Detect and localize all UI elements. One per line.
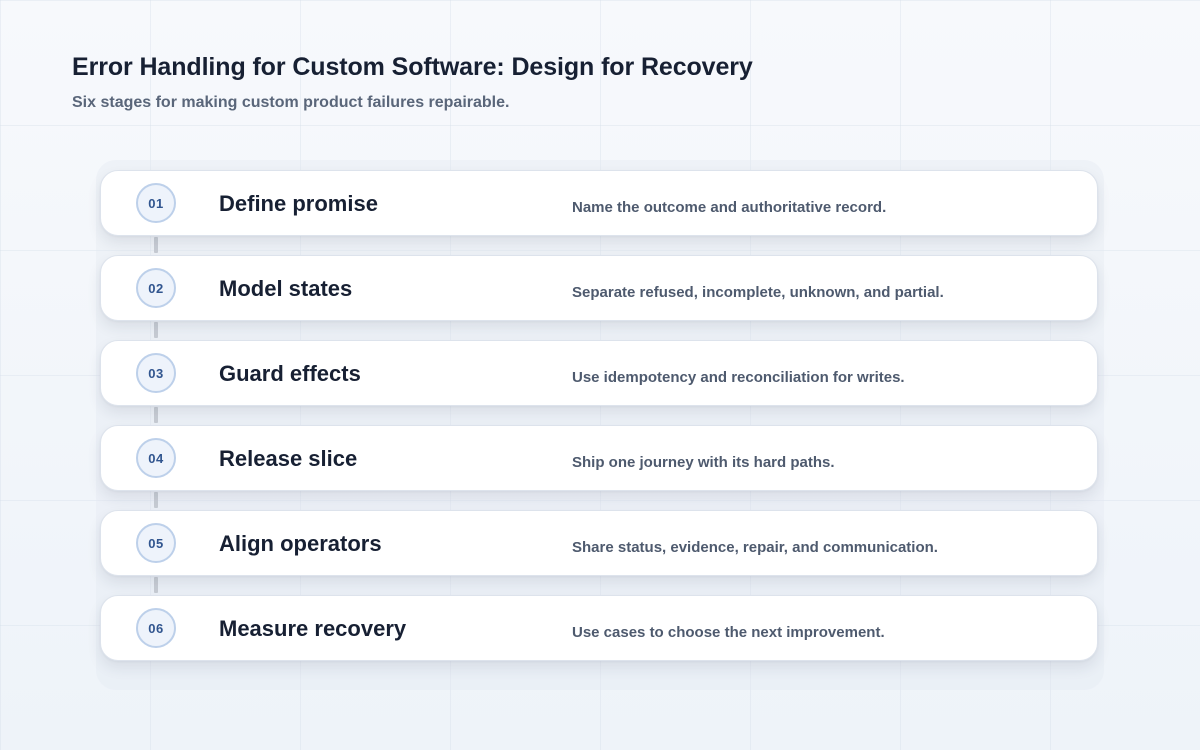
stage-number-badge: 05 xyxy=(136,523,176,563)
stage-description: Ship one journey with its hard paths. xyxy=(572,454,835,471)
stage-title: Measure recovery xyxy=(219,616,407,641)
stage-number-badge: 04 xyxy=(136,438,176,478)
stage-card-6: 06 Measure recovery Use cases to choose … xyxy=(100,595,1098,661)
stage-description: Name the outcome and authoritative recor… xyxy=(572,199,887,216)
stage-card-2: 02 Model states Separate refused, incomp… xyxy=(100,255,1098,321)
stage-connector xyxy=(154,492,158,508)
stage-description: Separate refused, incomplete, unknown, a… xyxy=(572,284,944,301)
stage-number-badge: 02 xyxy=(136,268,176,308)
page-subtitle: Six stages for making custom product fai… xyxy=(72,94,510,111)
stage-connector xyxy=(154,407,158,423)
stage-title: Model states xyxy=(219,276,353,301)
stage-card-3: 03 Guard effects Use idempotency and rec… xyxy=(100,340,1098,406)
stage-connector xyxy=(154,237,158,253)
stage-title: Align operators xyxy=(219,531,382,556)
stage-title: Guard effects xyxy=(219,361,361,386)
stage-number-badge: 01 xyxy=(136,183,176,223)
stage-title: Define promise xyxy=(219,191,378,216)
page-title: Error Handling for Custom Software: Desi… xyxy=(72,53,753,81)
stage-description: Use cases to choose the next improvement… xyxy=(572,624,885,641)
stage-title: Release slice xyxy=(219,446,358,471)
stage-card-5: 05 Align operators Share status, evidenc… xyxy=(100,510,1098,576)
stage-connector xyxy=(154,577,158,593)
stage-number-badge: 06 xyxy=(136,608,176,648)
stage-description: Use idempotency and reconciliation for w… xyxy=(572,369,905,386)
stage-card-1: 01 Define promise Name the outcome and a… xyxy=(100,170,1098,236)
stage-number-badge: 03 xyxy=(136,353,176,393)
stage-description: Share status, evidence, repair, and comm… xyxy=(572,539,938,556)
stage-card-4: 04 Release slice Ship one journey with i… xyxy=(100,425,1098,491)
stage-connector xyxy=(154,322,158,338)
